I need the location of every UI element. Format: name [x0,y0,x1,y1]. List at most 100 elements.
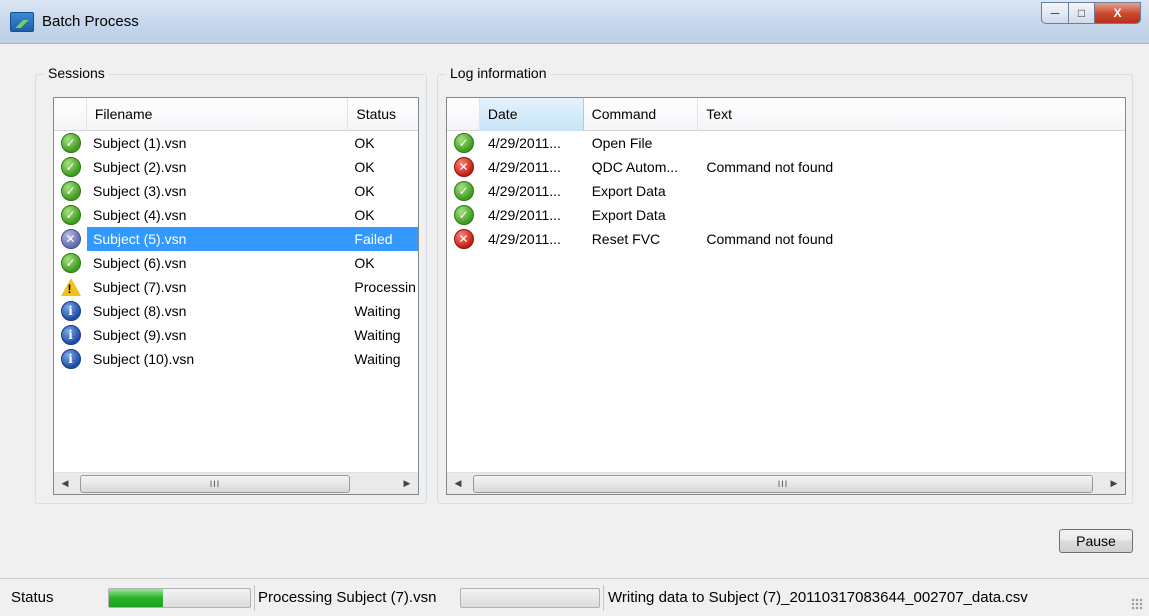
status-label: Status [11,589,54,606]
session-row[interactable]: i Subject (10).vsn Waiting [54,347,418,371]
session-filename: Subject (2).vsn [93,159,187,175]
window-client: Sessions Filename Status ✓ Subject (1).vs… [0,44,1149,578]
log-col-command[interactable]: Command [584,98,699,131]
session-filename: Subject (3).vsn [93,183,187,199]
resize-grip-icon[interactable] [1131,598,1143,610]
sessions-hscrollbar[interactable]: ◀ III ▶ [54,472,418,494]
status-bar: Status Processing Subject (7).vsn Writin… [0,578,1149,616]
scroll-left-icon[interactable]: ◀ [54,473,76,495]
window-controls: ─ □ X [1041,2,1141,24]
session-status: OK [354,135,375,151]
sessions-list[interactable]: Filename Status ✓ Subject (1).vsn OK ✓ Subje… [53,97,419,495]
scroll-left-icon[interactable]: ◀ [447,473,469,495]
session-filename: Subject (10).vsn [93,351,195,367]
session-row[interactable]: ✓ Subject (2).vsn OK [54,155,418,179]
log-date: 4/29/2011... [488,183,561,199]
session-row[interactable]: ! Subject (7).vsn Processin [54,275,418,299]
maximize-button[interactable]: □ [1069,2,1095,24]
sessions-scroll-track[interactable]: III [76,473,396,495]
log-date: 4/29/2011... [488,135,561,151]
session-row[interactable]: ✕ Subject (5).vsn Failed [54,227,418,251]
session-row[interactable]: ✓ Subject (1).vsn OK [54,131,418,155]
file-progress-bar [460,588,600,608]
log-date: 4/29/2011... [488,231,561,247]
session-row-icon-cell: ✓ [54,157,87,177]
log-command: Export Data [591,183,666,199]
session-row-icon-cell: i [54,301,87,321]
log-command: Open File [591,135,653,151]
sessions-list-header: Filename Status [54,98,418,131]
close-icon: X [1113,6,1122,20]
session-row-icon-cell: ✓ [54,133,87,153]
log-hscrollbar[interactable]: ◀ III ▶ [447,472,1125,494]
session-row[interactable]: i Subject (9).vsn Waiting [54,323,418,347]
pause-button[interactable]: Pause [1059,529,1133,553]
log-text: Command not found [706,159,834,175]
log-col-date[interactable]: Date [479,98,584,131]
log-group-label: Log information [446,65,551,81]
session-row[interactable]: ✓ Subject (3).vsn OK [54,179,418,203]
ok-icon: ✓ [60,133,81,153]
log-list[interactable]: Date Command Text ✓ 4/29/2011... Open File… [446,97,1126,495]
session-row-icon-cell: ✓ [54,181,87,201]
session-filename: Subject (5).vsn [87,227,349,251]
log-row[interactable]: ✓ 4/29/2011... Open File [447,131,1125,155]
log-scroll-track[interactable]: III [469,473,1103,495]
minimize-button[interactable]: ─ [1041,2,1069,24]
session-status: Waiting [354,351,401,367]
session-status: Processin [354,279,416,295]
log-col-text[interactable]: Text [698,98,1125,131]
session-status: OK [354,255,375,271]
session-filename: Subject (6).vsn [93,255,187,271]
session-row[interactable]: ✓ Subject (6).vsn OK [54,251,418,275]
sessions-col-status[interactable]: Status [348,98,418,131]
session-filename: Subject (7).vsn [93,279,187,295]
log-row-icon-cell: ✓ [447,133,480,153]
sessions-scroll-thumb[interactable]: III [80,474,350,493]
log-col-icon[interactable] [447,98,480,131]
session-status: Failed [348,227,418,251]
session-status: OK [354,183,375,199]
session-filename: Subject (4).vsn [93,207,187,223]
session-filename: Subject (8).vsn [93,303,187,319]
sessions-col-filename[interactable]: Filename [87,98,349,131]
failed-icon: ✕ [60,229,81,249]
session-filename: Subject (1).vsn [93,135,187,151]
log-row[interactable]: ✕ 4/29/2011... Reset FVC Command not found [447,227,1125,251]
minimize-icon: ─ [1050,6,1060,20]
maximize-icon: □ [1077,6,1086,20]
log-date: 4/29/2011... [488,207,561,223]
session-status: Waiting [354,327,401,343]
log-list-body: ✓ 4/29/2011... Open File ✕ 4/29/2011... QDC A… [447,131,1125,251]
session-row[interactable]: i Subject (8).vsn Waiting [54,299,418,323]
log-row-icon-cell: ✓ [447,205,480,225]
overall-progress-fill [109,589,163,607]
sessions-col-icon[interactable] [54,98,87,131]
error-icon: ✕ [453,157,474,177]
processing-status-text: Processing Subject (7).vsn [258,589,437,606]
ok-icon: ✓ [453,205,474,225]
scroll-right-icon[interactable]: ▶ [1103,473,1125,495]
session-row-icon-cell: ✓ [54,253,87,273]
close-button[interactable]: X [1095,2,1141,24]
session-row-icon-cell: ✕ [54,229,87,249]
session-row-icon-cell: i [54,325,87,345]
session-filename: Subject (9).vsn [93,327,187,343]
session-row-icon-cell: i [54,349,87,369]
log-list-header: Date Command Text [447,98,1125,131]
log-scroll-thumb[interactable]: III [473,474,1093,493]
sessions-group: Sessions Filename Status ✓ Subject (1).vs… [35,65,427,504]
scroll-right-icon[interactable]: ▶ [396,473,418,495]
log-date: 4/29/2011... [488,159,561,175]
session-status: OK [354,207,375,223]
log-row[interactable]: ✓ 4/29/2011... Export Data [447,179,1125,203]
ok-icon: ✓ [453,181,474,201]
log-row[interactable]: ✕ 4/29/2011... QDC Autom... Command not fou… [447,155,1125,179]
session-row[interactable]: ✓ Subject (4).vsn OK [54,203,418,227]
warning-mark: ! [67,282,72,296]
ok-icon: ✓ [60,181,81,201]
log-row-icon-cell: ✓ [447,181,480,201]
log-group: Log information Date Command Text ✓ 4/29/… [437,65,1133,504]
ok-icon: ✓ [60,157,81,177]
log-row[interactable]: ✓ 4/29/2011... Export Data [447,203,1125,227]
